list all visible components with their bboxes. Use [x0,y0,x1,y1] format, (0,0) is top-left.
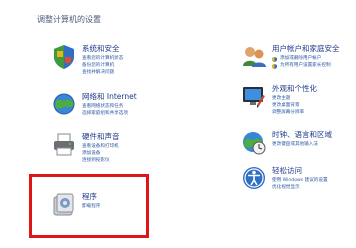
category-link[interactable]: 备份您的计算机 [82,63,114,69]
category-title[interactable]: 时钟、语言和区域 [272,130,332,139]
category-link[interactable]: 调整屏幕分辨率 [272,110,304,116]
category-link[interactable]: 选择家庭组和共享选项 [82,111,128,117]
category-link[interactable]: 查看网络状态和任务 [82,104,123,110]
category-title[interactable]: 系统和安全 [82,44,120,53]
category-title[interactable]: 外观和个性化 [272,84,317,93]
category-link-label: 添加或删除用户帐户 [280,56,322,61]
category-link[interactable]: 更改桌面背景 [272,103,300,109]
clock-icon [243,132,266,155]
category-title[interactable]: 轻松访问 [272,166,302,175]
category-link[interactable]: 查看设备和打印机 [82,144,119,150]
shield-icon [272,56,277,62]
page-heading: 调整计算机的设置 [37,15,101,24]
category-link[interactable]: 连接到投影仪 [82,158,110,164]
accessibility-icon [243,167,265,189]
category-link[interactable]: 添加或删除用户帐户 [272,56,321,62]
security-icon [54,45,74,69]
shield-icon [272,63,277,69]
appearance-icon [243,87,265,108]
category-link[interactable]: 添加设备 [82,151,100,157]
users-icon [243,47,266,67]
network-icon [53,93,75,115]
category-link[interactable]: 更改主题 [272,96,290,102]
category-link-label: 为所有用户设置家长控制 [280,63,331,68]
category-link[interactable]: 更改键盘或其他输入法 [272,142,318,148]
category-link[interactable]: 优化视觉显示 [272,185,300,191]
category-link[interactable]: 使用 Windows 建议的设置 [272,178,328,184]
highlight-box [29,174,149,238]
category-link[interactable]: 查找并解决问题 [82,70,114,76]
printer-icon [54,133,74,156]
category-link[interactable]: 查看您的计算机状态 [82,56,123,62]
category-title[interactable]: 硬件和声音 [82,132,120,141]
category-title[interactable]: 用户帐户和家庭安全 [272,44,340,53]
category-link[interactable]: 为所有用户设置家长控制 [272,63,331,69]
category-title[interactable]: 网络和 Internet [82,92,137,101]
